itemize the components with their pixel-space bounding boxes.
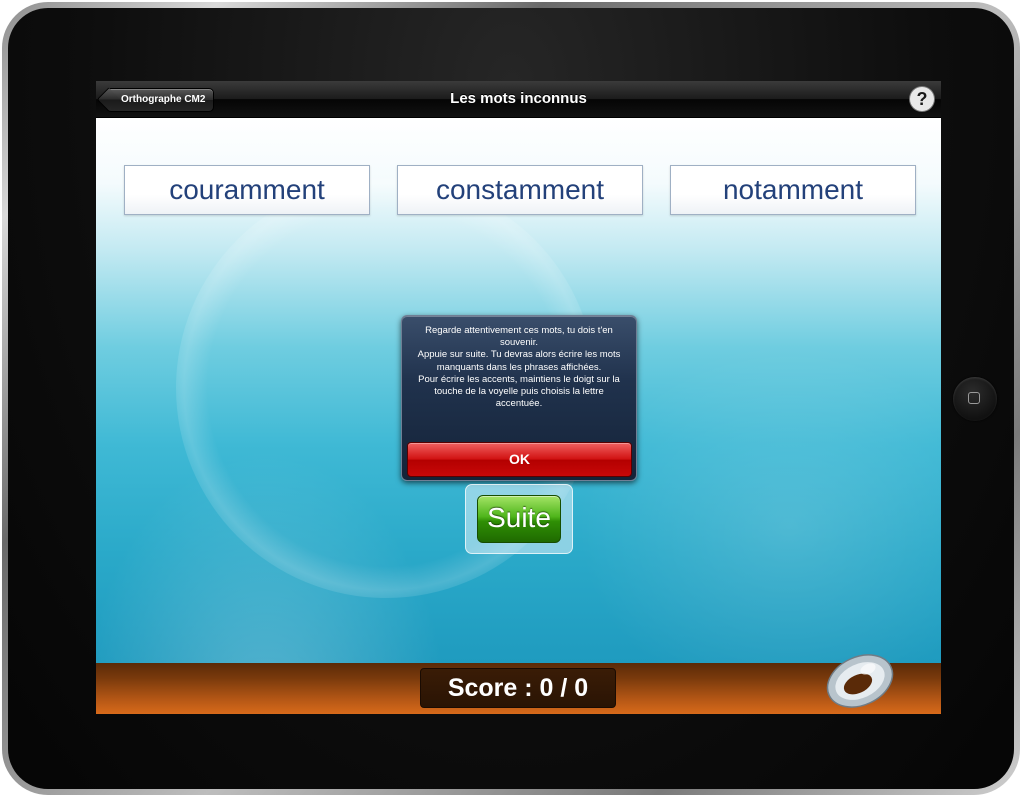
alert-message: Regarde attentivement ces mots, tu dois … (412, 325, 626, 410)
home-square-icon (968, 392, 980, 404)
main-content: couramment constamment notamment Regarde… (96, 118, 941, 663)
suite-button-frame: Suite (465, 484, 573, 554)
ok-button[interactable]: OK (407, 442, 632, 477)
bottom-bar: Score : 0 / 0 (96, 654, 941, 714)
app-screen: Orthographe CM2 Les mots inconnus ? cour… (96, 81, 941, 714)
alert-line-3: Pour écrire les accents, maintiens le do… (418, 373, 620, 410)
score-display: Score : 0 / 0 (420, 668, 616, 708)
suite-button[interactable]: Suite (477, 495, 561, 543)
word-card-1: couramment (124, 165, 370, 215)
word-card-2: constamment (397, 165, 643, 215)
alert-line-2: Appuie sur suite. Tu devras alors écrire… (417, 349, 621, 373)
instruction-alert: Regarde attentivement ces mots, tu dois … (401, 315, 637, 481)
word-card-3: notamment (670, 165, 916, 215)
alert-line-1: Regarde attentivement ces mots, tu dois … (425, 325, 613, 349)
disc-ring-icon[interactable] (822, 647, 898, 709)
question-circle-icon[interactable]: ? (910, 87, 934, 111)
home-button[interactable] (953, 377, 997, 421)
navigation-bar: Orthographe CM2 Les mots inconnus ? (96, 81, 941, 118)
page-title: Les mots inconnus (450, 90, 587, 107)
